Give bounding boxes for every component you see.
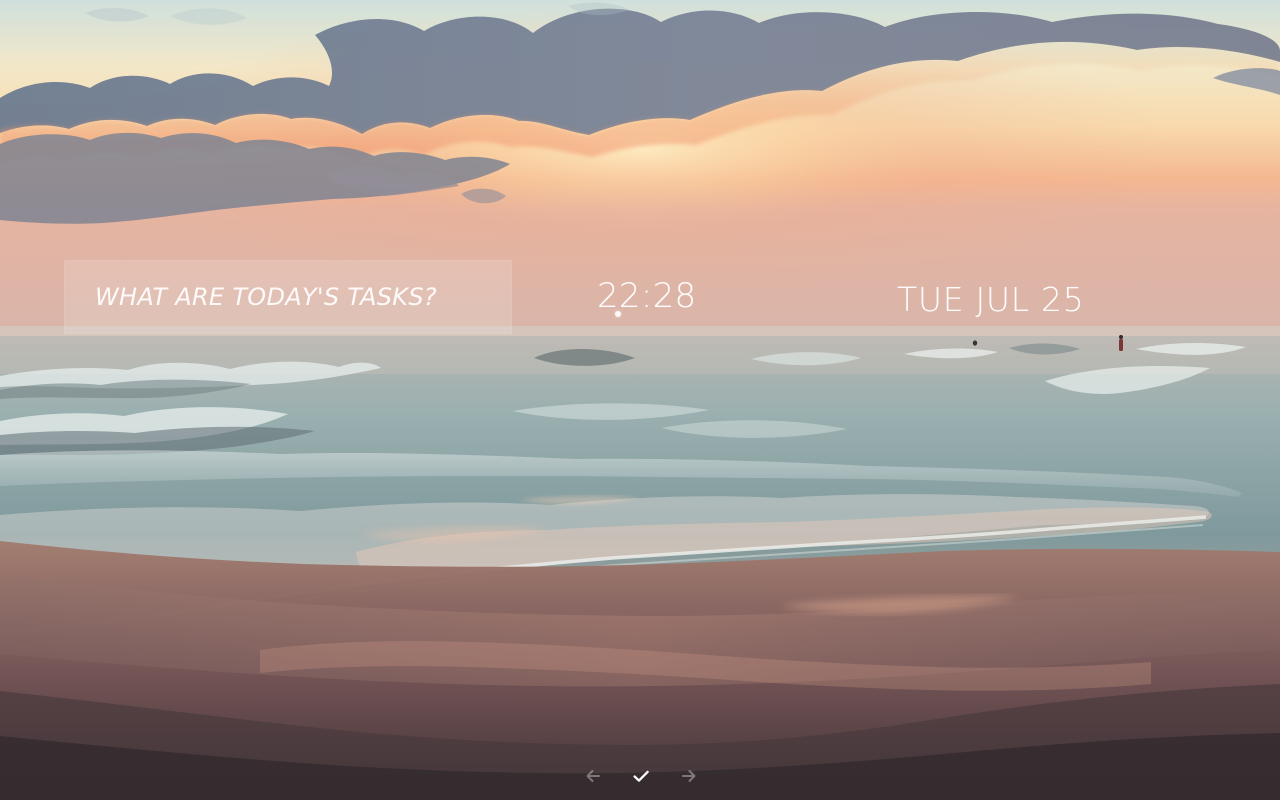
beach-dashboard: 22:28 Tue Jul 25 [0, 0, 1280, 800]
beach-sunset-background [0, 0, 1280, 800]
